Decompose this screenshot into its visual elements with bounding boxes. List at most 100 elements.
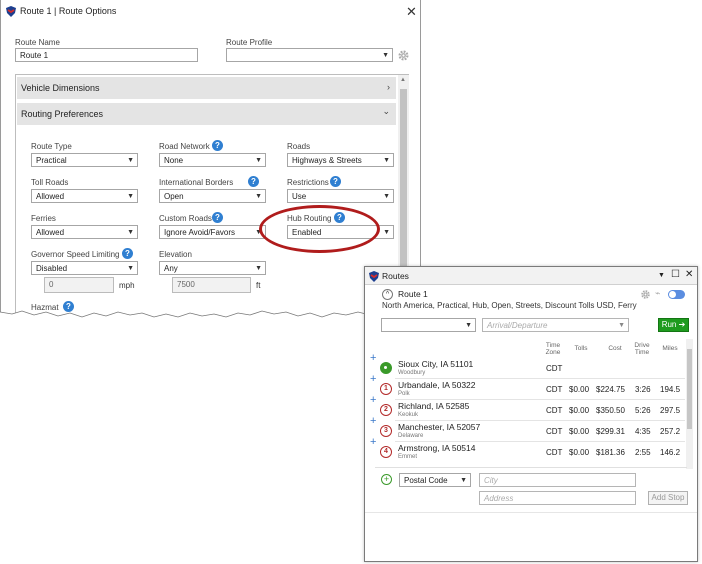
custom-roads-select[interactable]: Ignore Avoid/Favors ▼ <box>159 225 266 239</box>
ferries-label: Ferries <box>31 214 56 223</box>
gear-icon[interactable] <box>640 289 651 300</box>
shield-logo-icon <box>6 6 16 17</box>
stop-row[interactable]: Sioux City, IA 51101 Woodbury CDT <box>365 358 685 379</box>
gear-icon[interactable] <box>397 49 410 62</box>
stop-miles: 194.5 <box>660 385 681 394</box>
help-icon[interactable]: ? <box>122 248 133 259</box>
section-vehicle-dimensions[interactable]: Vehicle Dimensions › <box>17 77 396 99</box>
route-type-select[interactable]: Practical ▼ <box>31 153 138 167</box>
col-miles: Miles <box>662 345 678 352</box>
routes-window: Routes ▼ ☐ ✕ ^ Route 1 North America, Pr… <box>364 266 698 562</box>
restrictions-value: Use <box>292 192 307 201</box>
route-name-label: Route Name <box>15 38 60 47</box>
chevron-down-icon: ▼ <box>255 193 262 200</box>
help-icon[interactable]: ? <box>212 212 223 223</box>
road-network-select[interactable]: None ▼ <box>159 153 266 167</box>
close-icon[interactable]: ✕ <box>406 5 417 18</box>
route-name: Route 1 <box>398 289 428 299</box>
stop-row[interactable]: 2 Richland, IA 52585 Keokuk CDT $0.00 $3… <box>365 400 685 421</box>
torn-edge <box>0 310 421 338</box>
elevation-select[interactable]: Any ▼ <box>159 261 266 275</box>
governor-speed-select[interactable]: Disabled ▼ <box>31 261 138 275</box>
road-network-value: None <box>164 156 184 165</box>
stop-drive-time: 2:55 <box>635 448 651 457</box>
route-options-title: Route 1 | Route Options <box>20 6 117 16</box>
maximize-icon[interactable]: ☐ <box>671 269 680 280</box>
route-visibility-toggle[interactable] <box>668 290 685 299</box>
arrival-departure-select[interactable]: Arrival/Departure ▼ <box>482 318 629 332</box>
stop-city: Armstrong, IA 50514 <box>398 443 476 453</box>
help-icon[interactable]: ? <box>248 176 259 187</box>
stop-time-zone: CDT <box>546 364 563 373</box>
route-name-input[interactable]: Route 1 <box>15 48 198 62</box>
stop-city: Richland, IA 52585 <box>398 401 470 411</box>
stop-time-zone: CDT <box>546 448 563 457</box>
roads-select[interactable]: Highways & Streets ▼ <box>287 153 394 167</box>
city-input[interactable]: City <box>479 473 636 487</box>
stop-county: Woodbury <box>398 370 426 376</box>
stops-scrollbar[interactable] <box>686 339 693 469</box>
stop-cost: $299.31 <box>596 427 625 436</box>
chevron-down-icon: ▼ <box>618 322 625 329</box>
section-routing-preferences[interactable]: Routing Preferences ⌄ <box>17 103 396 125</box>
run-button[interactable]: Run ➔ <box>658 318 689 332</box>
route-select[interactable]: ▼ <box>381 318 476 332</box>
chevron-down-icon: ▼ <box>383 229 390 236</box>
stop-county: Delaware <box>398 433 424 439</box>
routes-title: Routes <box>382 271 409 281</box>
restrictions-select[interactable]: Use ▼ <box>287 189 394 203</box>
chevron-down-icon: ⌄ <box>382 106 390 116</box>
toll-roads-value: Allowed <box>36 192 65 201</box>
add-stop-button[interactable]: Add Stop <box>648 491 688 505</box>
roads-value: Highways & Streets <box>292 156 362 165</box>
dropdown-icon[interactable]: ▼ <box>658 272 665 279</box>
close-icon[interactable]: ✕ <box>685 269 693 280</box>
scroll-up-icon[interactable]: ▲ <box>400 77 406 83</box>
divider <box>375 467 687 468</box>
route-profile-select[interactable]: ▼ <box>226 48 393 62</box>
route-summary: North America, Practical, Hub, Open, Str… <box>382 301 637 310</box>
governor-speed-number: 0 <box>44 277 114 293</box>
address-input[interactable]: Address <box>479 491 636 505</box>
stop-tolls: $0.00 <box>569 427 590 436</box>
link-icon[interactable]: ⌁ <box>655 288 660 299</box>
route-type-value: Practical <box>36 156 67 165</box>
stop-county: Emmet <box>398 454 418 460</box>
routes-titlebar: Routes ▼ ☐ ✕ <box>365 267 697 285</box>
international-borders-select[interactable]: Open ▼ <box>159 189 266 203</box>
stop-county: Keokuk <box>398 412 419 418</box>
help-icon[interactable]: ? <box>212 140 223 151</box>
options-panel: Vehicle Dimensions › Routing Preferences… <box>15 74 409 329</box>
ferries-select[interactable]: Allowed ▼ <box>31 225 138 239</box>
shield-logo-icon <box>369 271 379 282</box>
collapse-route-button[interactable]: ^ <box>382 289 393 300</box>
col-drive-time: Drive Time <box>634 342 650 356</box>
mph-unit: mph <box>119 281 135 290</box>
scrollbar-thumb[interactable] <box>687 349 692 429</box>
help-icon[interactable]: ? <box>330 176 341 187</box>
add-stop-icon[interactable]: + <box>381 474 392 485</box>
stop-row[interactable]: 4 Armstrong, IA 50514 Emmet CDT $0.00 $1… <box>365 442 685 463</box>
stop-time-zone: CDT <box>546 406 563 415</box>
custom-roads-value: Ignore Avoid/Favors <box>164 228 236 237</box>
stop-row[interactable]: 3 Manchester, IA 52057 Delaware CDT $0.0… <box>365 421 685 442</box>
stop-row[interactable]: 1 Urbandale, IA 50322 Polk CDT $0.00 $22… <box>365 379 685 400</box>
stop-marker-icon: 2 <box>380 404 392 416</box>
col-cost: Cost <box>608 345 622 352</box>
arrow-right-icon: ➔ <box>678 320 686 329</box>
route-type-label: Route Type <box>31 142 72 151</box>
chevron-down-icon: ▼ <box>255 265 262 272</box>
col-tolls: Tolls <box>574 345 588 352</box>
stop-city: Sioux City, IA 51101 <box>398 359 474 369</box>
stop-time-zone: CDT <box>546 385 563 394</box>
stop-cost: $350.50 <box>596 406 625 415</box>
toll-roads-label: Toll Roads <box>31 178 69 187</box>
governor-speed-label: Governor Speed Limiting <box>31 250 120 259</box>
search-type-select[interactable]: Postal Code ▼ <box>399 473 471 487</box>
toll-roads-select[interactable]: Allowed ▼ <box>31 189 138 203</box>
elevation-value: Any <box>164 264 178 273</box>
arrival-departure-placeholder: Arrival/Departure <box>487 321 548 330</box>
run-label: Run <box>661 320 677 329</box>
section-routing-preferences-label: Routing Preferences <box>21 109 104 119</box>
origin-marker-icon <box>380 362 392 374</box>
